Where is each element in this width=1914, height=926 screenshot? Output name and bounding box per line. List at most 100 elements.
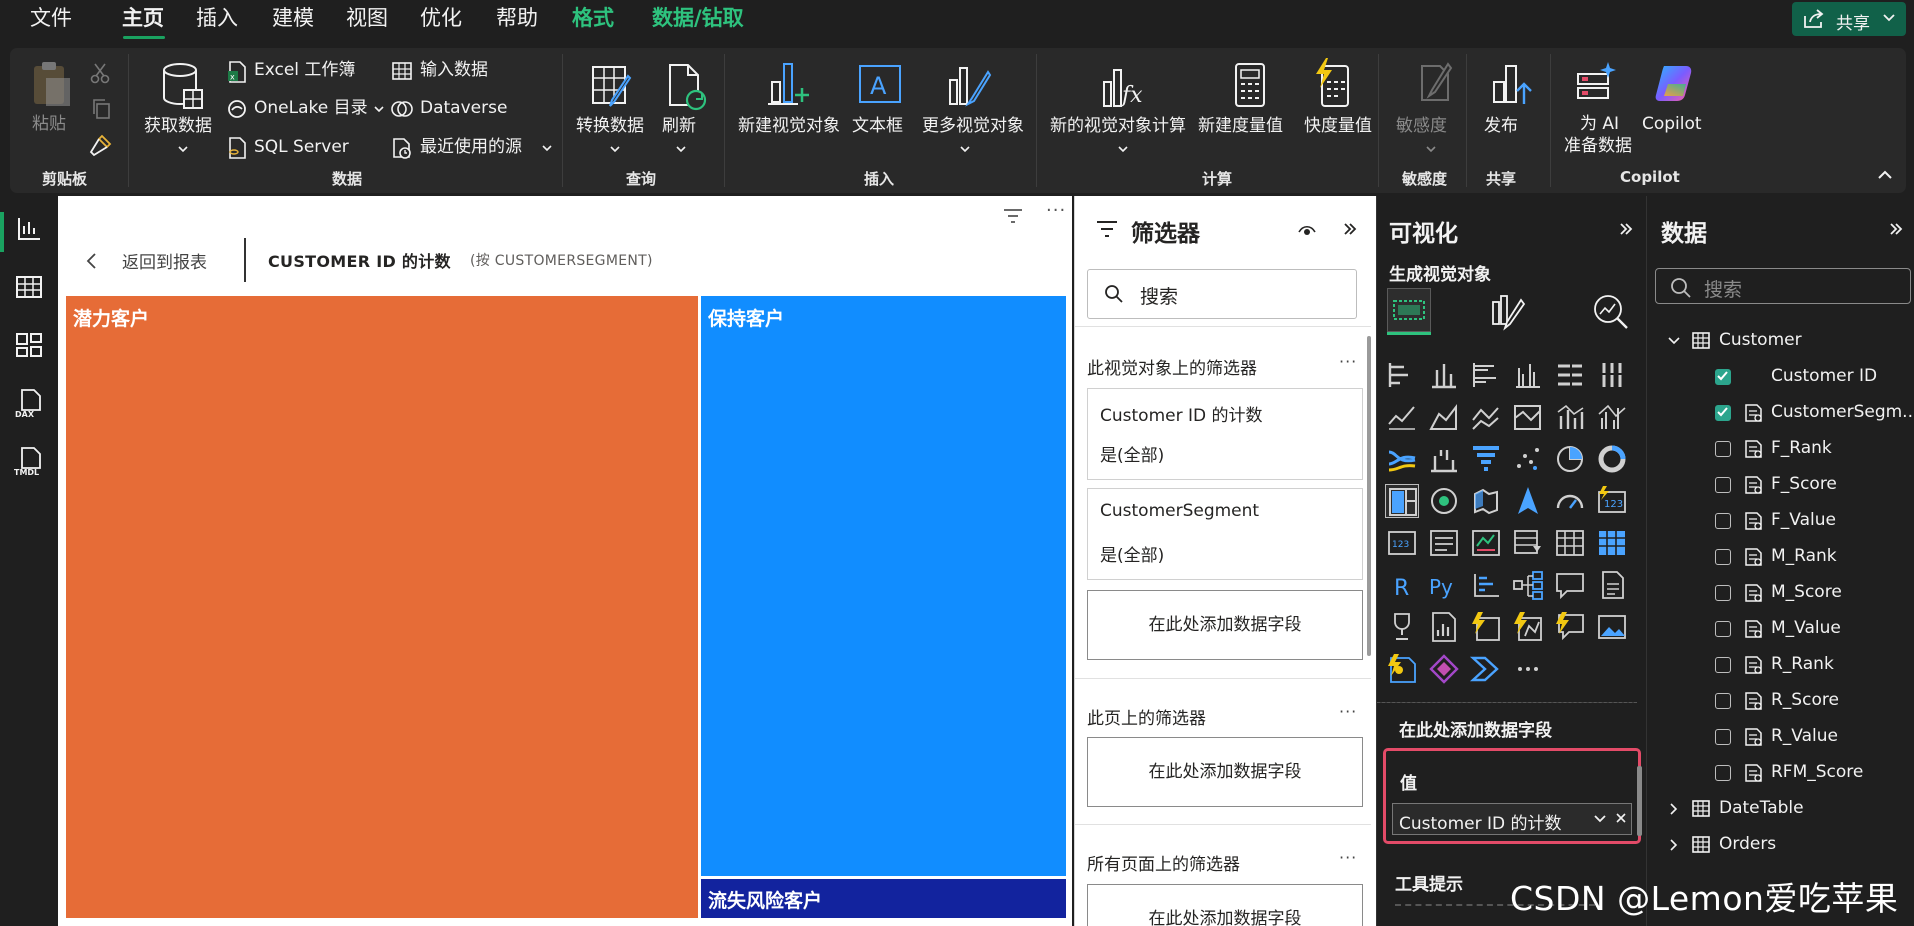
copilot-label[interactable]: Copilot [1642,114,1702,134]
quick-measure-label[interactable]: 快度量值 [1304,116,1372,136]
ribbon-chart-icon[interactable] [1385,442,1419,476]
field-checkbox[interactable] [1715,369,1731,385]
chevron-down-icon[interactable] [1593,813,1607,825]
field-node[interactable]: F_Rank [1647,434,1907,464]
line-chart-icon[interactable] [1385,400,1419,434]
clustered-bar-chart-icon[interactable] [1469,358,1503,392]
new-visual-calculation-label[interactable]: 新的视觉对象计算 [1050,116,1186,136]
menu-data-drill[interactable]: 数据/钻取 [652,5,744,31]
get-data-label[interactable]: 获取数据 [144,116,212,136]
stacked-column-chart-icon[interactable] [1427,358,1461,392]
kpi-icon[interactable] [1427,526,1461,560]
python-visual-icon[interactable]: Py [1427,568,1461,602]
filter-icon[interactable] [1002,206,1024,226]
power-apps-icon[interactable] [1469,610,1503,644]
filter-card[interactable]: CustomerSegment 是(全部) [1087,488,1363,580]
cut-icon[interactable] [90,62,110,84]
share-button[interactable]: 共享 [1792,2,1906,36]
collapse-pane-icon[interactable] [1617,220,1635,238]
format-painter-icon[interactable] [88,132,114,158]
field-node[interactable]: R_Value [1647,722,1907,752]
funnel-icon[interactable] [1469,442,1503,476]
visualizations-scrollbar[interactable] [1637,766,1642,836]
tmdl-view-icon[interactable]: TMDL [14,446,44,476]
model-view-icon[interactable] [14,330,44,360]
get-data-icon[interactable] [160,62,204,112]
data-search-input[interactable]: 搜索 [1655,268,1911,304]
refresh-label[interactable]: 刷新 [662,116,696,136]
menu-view[interactable]: 视图 [346,5,388,31]
area-chart-icon[interactable] [1427,400,1461,434]
field-checkbox[interactable] [1715,729,1731,745]
field-checkbox[interactable] [1715,549,1731,565]
image-icon[interactable] [1595,610,1629,644]
decomposition-tree-icon[interactable] [1511,568,1545,602]
close-icon[interactable] [1615,812,1627,824]
azure-map-icon[interactable] [1511,484,1545,518]
sensitivity-icon[interactable] [1412,60,1454,108]
paginated-report-icon[interactable] [1427,610,1461,644]
power-automate-chevron-icon[interactable] [1469,652,1503,686]
quick-measure-icon[interactable] [1312,58,1352,110]
table-view-icon[interactable] [14,272,44,302]
copy-icon[interactable] [90,98,112,120]
matrix-icon[interactable] [1553,526,1587,560]
add-page-filter-field[interactable]: 在此处添加数据字段 [1087,737,1363,807]
menu-home[interactable]: 主页 [122,5,164,31]
textbox-icon[interactable]: A [856,62,904,106]
field-checkbox[interactable] [1715,657,1731,673]
build-visual-tab[interactable] [1387,288,1431,332]
sensitivity-label[interactable]: 敏感度 [1396,116,1447,136]
field-checkbox[interactable] [1715,765,1731,781]
gauge-icon[interactable] [1553,484,1587,518]
treemap-icon[interactable] [1385,484,1419,518]
field-node[interactable]: R_Score [1647,686,1907,716]
field-node[interactable]: CustomerSegm... [1647,398,1914,428]
treemap-tile[interactable]: 保持客户 [701,296,1066,876]
field-checkbox[interactable] [1715,441,1731,457]
collapse-pane-icon[interactable] [1341,220,1359,238]
more-visuals-label[interactable]: 更多视觉对象 [922,116,1024,136]
chevron-right-icon[interactable] [1667,838,1681,852]
copilot-icon[interactable] [1654,60,1700,106]
more-options-icon[interactable]: ··· [1339,702,1357,721]
stacked-area-chart-icon[interactable] [1469,400,1503,434]
field-node[interactable]: M_Rank [1647,542,1907,572]
100-stacked-column-chart-icon[interactable] [1595,358,1629,392]
narrative-icon[interactable] [1595,568,1629,602]
menu-insert[interactable]: 插入 [196,5,238,31]
values-field-pill[interactable]: Customer ID 的计数 [1392,803,1632,835]
table-node[interactable]: Customer [1647,326,1907,356]
textbox-label[interactable]: 文本框 [852,116,903,136]
analytics-icon[interactable] [1591,292,1631,332]
recent-sources-button[interactable]: 最近使用的源 [420,137,522,157]
collapse-pane-icon[interactable] [1887,220,1905,238]
more-options-icon[interactable]: ··· [1339,848,1357,867]
transform-data-icon[interactable] [590,62,636,112]
format-visual-icon[interactable] [1487,292,1527,332]
filled-map-icon[interactable] [1469,484,1503,518]
new-visual-label[interactable]: 新建视觉对象 [738,116,840,136]
more-visuals-icon[interactable] [946,62,992,110]
field-node[interactable]: M_Score [1647,578,1907,608]
more-visuals-icon[interactable] [1511,652,1545,686]
menu-modeling[interactable]: 建模 [272,5,314,31]
filter-card[interactable]: Customer ID 的计数 是(全部) [1087,388,1363,480]
onelake-catalog-button[interactable]: OneLake 目录 [254,98,368,118]
field-checkbox[interactable] [1715,513,1731,529]
r-visual-icon[interactable]: R [1385,568,1419,602]
excel-workbook-button[interactable]: Excel 工作簿 [254,60,355,80]
filters-scrollbar[interactable] [1367,336,1371,656]
table-node[interactable]: DateTable [1647,794,1907,824]
more-options-icon[interactable]: ··· [1339,352,1357,371]
publish-label[interactable]: 发布 [1484,116,1518,136]
add-visual-filter-field[interactable]: 在此处添加数据字段 [1087,590,1363,660]
field-checkbox[interactable] [1715,693,1731,709]
chevron-right-icon[interactable] [1667,802,1681,816]
clustered-column-chart-icon[interactable] [1511,358,1545,392]
line-stacked-column-chart-icon[interactable] [1553,400,1587,434]
chevron-down-icon[interactable] [1667,334,1681,348]
prep-data-for-ai-icon[interactable] [1574,60,1620,106]
field-checkbox[interactable] [1715,585,1731,601]
prep-data-for-ai-line1[interactable]: 为 AI [1580,114,1619,134]
